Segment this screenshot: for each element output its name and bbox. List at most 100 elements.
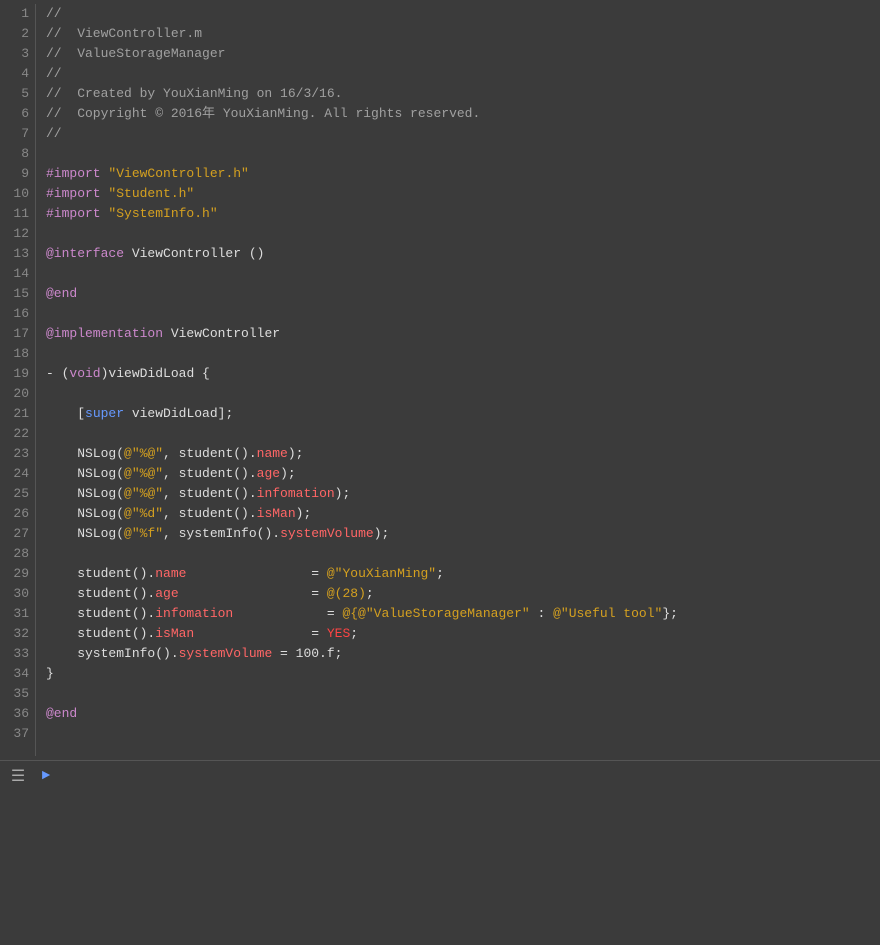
token: @"%f" bbox=[124, 526, 163, 541]
line-number: 6 bbox=[4, 104, 29, 124]
line-number: 3 bbox=[4, 44, 29, 64]
line-numbers: 1234567891011121314151617181920212223242… bbox=[0, 4, 36, 756]
code-line: // Created by YouXianMing on 16/3/16. bbox=[46, 84, 880, 104]
token: = bbox=[186, 566, 326, 581]
line-number: 35 bbox=[4, 684, 29, 704]
line-number: 12 bbox=[4, 224, 29, 244]
code-line: } bbox=[46, 664, 880, 684]
line-number: 27 bbox=[4, 524, 29, 544]
code-line: NSLog(@"%@", student().name); bbox=[46, 444, 880, 464]
token: ; bbox=[366, 586, 374, 601]
line-number: 24 bbox=[4, 464, 29, 484]
token: ); bbox=[280, 466, 296, 481]
token: - ( bbox=[46, 366, 69, 381]
line-number: 4 bbox=[4, 64, 29, 84]
line-number: 29 bbox=[4, 564, 29, 584]
code-line: // ViewController.m bbox=[46, 24, 880, 44]
line-number: 21 bbox=[4, 404, 29, 424]
token: , systemInfo(). bbox=[163, 526, 280, 541]
token: "Student.h" bbox=[108, 186, 194, 201]
line-number: 1 bbox=[4, 4, 29, 24]
token: "SystemInfo.h" bbox=[108, 206, 217, 221]
token: , student(). bbox=[163, 486, 257, 501]
line-number: 25 bbox=[4, 484, 29, 504]
token: isMan bbox=[155, 626, 194, 641]
line-number: 9 bbox=[4, 164, 29, 184]
code-line bbox=[46, 384, 880, 404]
code-line bbox=[46, 264, 880, 284]
token: ); bbox=[374, 526, 390, 541]
token: age bbox=[257, 466, 280, 481]
token: student(). bbox=[46, 586, 155, 601]
code-line: student().age = @(28); bbox=[46, 584, 880, 604]
token: // bbox=[46, 6, 62, 21]
token: = bbox=[179, 586, 327, 601]
token: // bbox=[46, 66, 62, 81]
line-number: 10 bbox=[4, 184, 29, 204]
token: @"Useful tool" bbox=[553, 606, 662, 621]
token: infomation bbox=[257, 486, 335, 501]
code-line bbox=[46, 424, 880, 444]
token: }; bbox=[662, 606, 678, 621]
line-number: 14 bbox=[4, 264, 29, 284]
code-line: NSLog(@"%@", student().age); bbox=[46, 464, 880, 484]
token: @"YouXianMing" bbox=[327, 566, 436, 581]
token: student(). bbox=[46, 606, 155, 621]
code-line bbox=[46, 224, 880, 244]
token: @"%d" bbox=[124, 506, 163, 521]
token: NSLog( bbox=[46, 506, 124, 521]
toolbar-icon-play[interactable]: ► bbox=[36, 766, 56, 786]
token: , student(). bbox=[163, 466, 257, 481]
token: = bbox=[194, 626, 327, 641]
token: student(). bbox=[46, 626, 155, 641]
token: systemVolume bbox=[280, 526, 374, 541]
token: @"%@" bbox=[124, 446, 163, 461]
code-line: // bbox=[46, 4, 880, 24]
line-number: 37 bbox=[4, 724, 29, 744]
token: super bbox=[85, 406, 124, 421]
token: NSLog( bbox=[46, 486, 124, 501]
line-number: 2 bbox=[4, 24, 29, 44]
token: , student(). bbox=[163, 506, 257, 521]
token: @interface bbox=[46, 246, 124, 261]
token: @(28) bbox=[327, 586, 366, 601]
token: YES bbox=[327, 626, 350, 641]
code-line: [super viewDidLoad]; bbox=[46, 404, 880, 424]
code-line: NSLog(@"%@", student().infomation); bbox=[46, 484, 880, 504]
line-number: 7 bbox=[4, 124, 29, 144]
line-number: 16 bbox=[4, 304, 29, 324]
code-line: #import "ViewController.h" bbox=[46, 164, 880, 184]
line-number: 22 bbox=[4, 424, 29, 444]
line-number: 15 bbox=[4, 284, 29, 304]
line-number: 18 bbox=[4, 344, 29, 364]
token: #import bbox=[46, 186, 101, 201]
token: name bbox=[257, 446, 288, 461]
code-line: @end bbox=[46, 284, 880, 304]
line-number: 31 bbox=[4, 604, 29, 624]
token: student(). bbox=[46, 566, 155, 581]
toolbar-bottom: ☰ ► bbox=[0, 760, 880, 790]
line-number: 36 bbox=[4, 704, 29, 724]
toolbar-icon-menu[interactable]: ☰ bbox=[8, 766, 28, 786]
code-line: @end bbox=[46, 704, 880, 724]
white-space-area bbox=[0, 790, 880, 945]
token: age bbox=[155, 586, 178, 601]
token: #import bbox=[46, 206, 101, 221]
code-line: student().name = @"YouXianMing"; bbox=[46, 564, 880, 584]
token: : bbox=[530, 606, 553, 621]
token: NSLog( bbox=[46, 466, 124, 481]
token: )viewDidLoad { bbox=[101, 366, 210, 381]
code-line: @implementation ViewController bbox=[46, 324, 880, 344]
line-number: 28 bbox=[4, 544, 29, 564]
token: #import bbox=[46, 166, 101, 181]
code-line: #import "SystemInfo.h" bbox=[46, 204, 880, 224]
token: @implementation bbox=[46, 326, 163, 341]
token: ); bbox=[296, 506, 312, 521]
code-line: NSLog(@"%d", student().isMan); bbox=[46, 504, 880, 524]
code-line: @interface ViewController () bbox=[46, 244, 880, 264]
code-line bbox=[46, 684, 880, 704]
token: name bbox=[155, 566, 186, 581]
token: NSLog( bbox=[46, 526, 124, 541]
line-number: 30 bbox=[4, 584, 29, 604]
token: ; bbox=[436, 566, 444, 581]
